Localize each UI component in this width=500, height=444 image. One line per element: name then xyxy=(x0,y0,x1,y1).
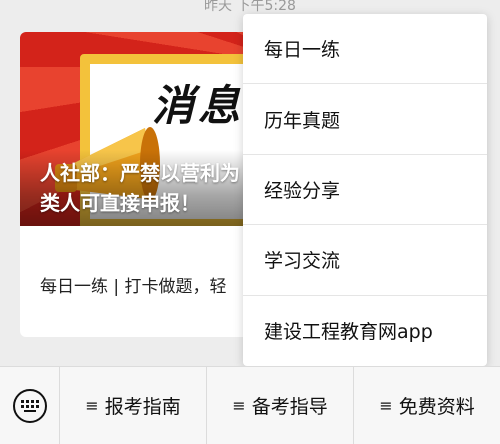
menu-icon: ≡ xyxy=(85,396,99,415)
menu-item-app[interactable]: 建设工程教育网app xyxy=(243,296,487,366)
bottom-menu-prep-label: 备考指导 xyxy=(251,396,328,418)
menu-item-experience[interactable]: 经验分享 xyxy=(243,155,487,226)
bottom-menu-free-label: 免费资料 xyxy=(398,396,475,418)
bottom-menu-prep[interactable]: ≡ 备考指导 xyxy=(207,366,354,444)
bottom-menu-guide-label: 报考指南 xyxy=(104,396,181,418)
article-description: 每日一练 | 打卡做题，轻 xyxy=(40,277,227,297)
bottom-menu-bar: ≡ 报考指南 ≡ 备考指导 ≡ 免费资料 xyxy=(0,366,500,444)
menu-item-daily-practice[interactable]: 每日一练 xyxy=(243,14,487,85)
menu-item-past-exams[interactable]: 历年真题 xyxy=(243,84,487,155)
popup-menu: 每日一练 历年真题 经验分享 学习交流 建设工程教育网app xyxy=(243,14,487,366)
menu-icon: ≡ xyxy=(379,396,393,415)
bottom-menu-guide[interactable]: ≡ 报考指南 xyxy=(60,366,207,444)
menu-icon: ≡ xyxy=(232,396,246,415)
menu-item-study-exchange[interactable]: 学习交流 xyxy=(243,225,487,296)
keyboard-button[interactable] xyxy=(0,366,60,444)
bottom-menu-free[interactable]: ≡ 免费资料 xyxy=(354,367,500,444)
keyboard-icon xyxy=(12,388,47,423)
